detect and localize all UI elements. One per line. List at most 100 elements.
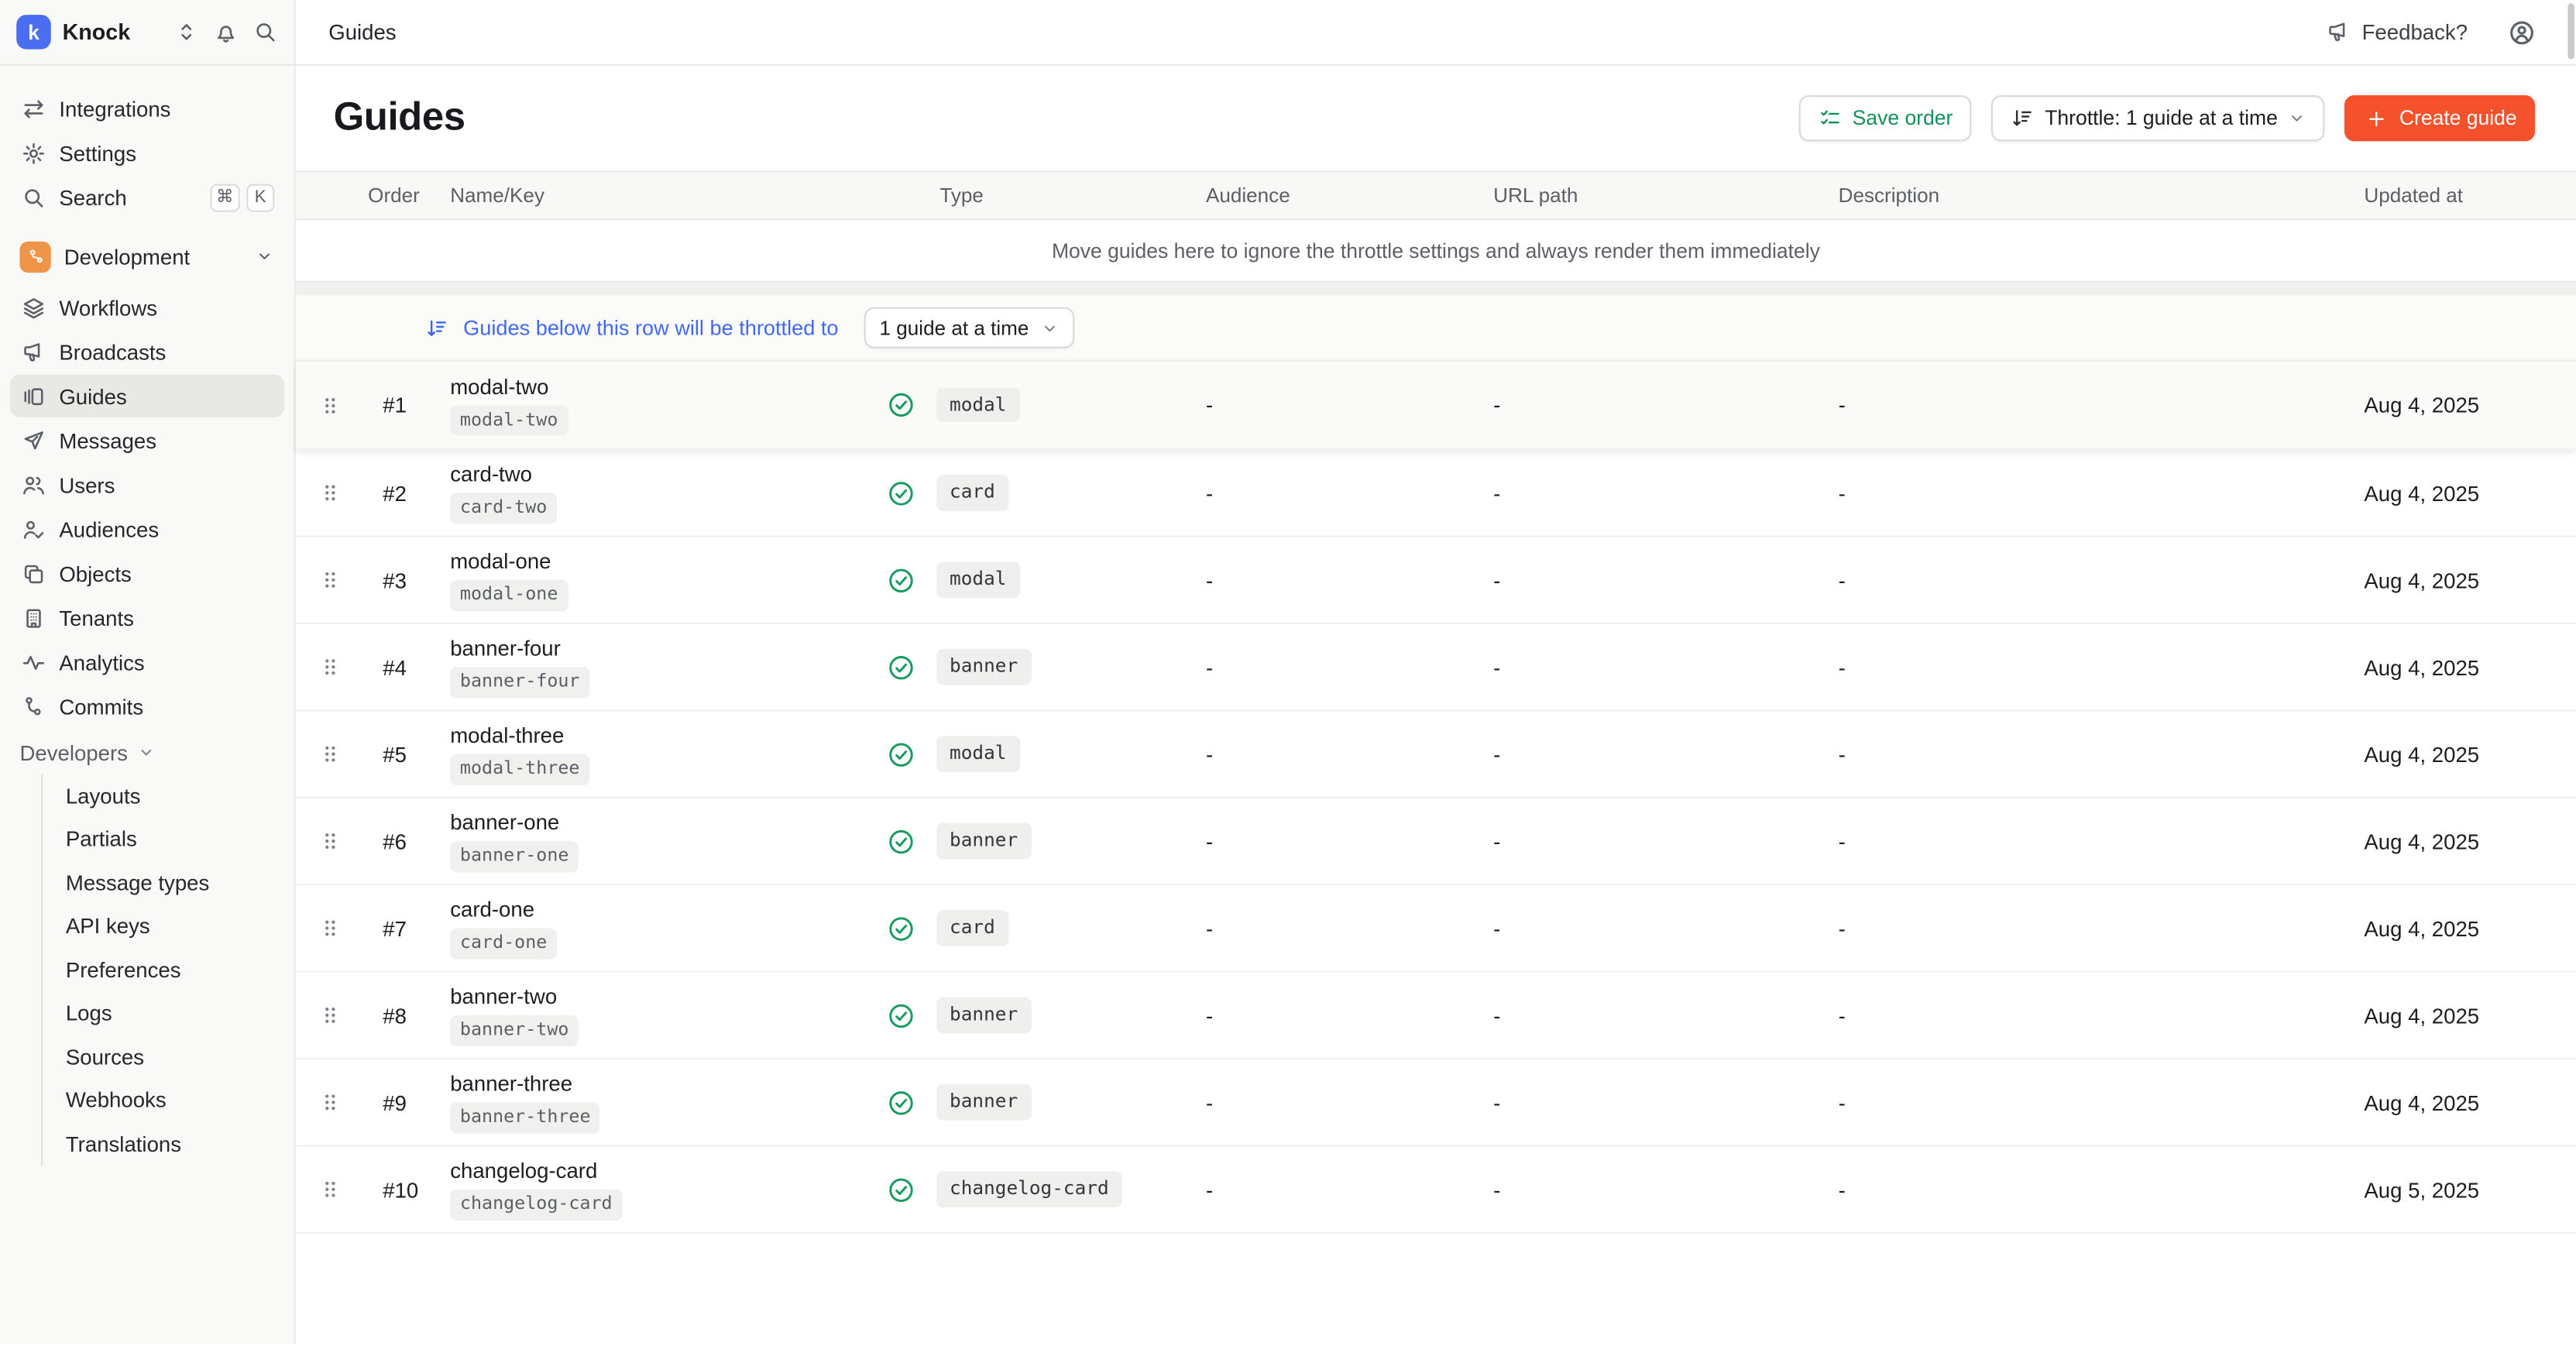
- sidebar-item-broadcasts[interactable]: Broadcasts: [10, 330, 284, 373]
- guide-url-path: -: [1477, 393, 1822, 417]
- guide-updated-at: Aug 4, 2025: [2348, 829, 2576, 853]
- drag-handle-icon[interactable]: [319, 829, 369, 853]
- megaphone-icon: [2326, 19, 2352, 45]
- plus-icon: [2363, 105, 2389, 132]
- sidebar-item-label: Search: [59, 185, 126, 210]
- guide-name[interactable]: card-one: [450, 898, 534, 922]
- chevron-down-icon: [136, 743, 156, 762]
- guide-audience: -: [1190, 654, 1477, 679]
- sidebar-item-commits[interactable]: Commits: [10, 685, 284, 728]
- sidebar-item-partials[interactable]: Partials: [43, 817, 294, 860]
- keyboard-shortcut: ⌘K: [209, 184, 274, 211]
- guide-description: -: [1822, 1177, 2348, 1202]
- sidebar-item-message-types[interactable]: Message types: [43, 861, 294, 905]
- guide-key-badge: card-one: [450, 929, 557, 959]
- sidebar-item-development[interactable]: Development: [10, 235, 284, 277]
- sidebar-item-integrations[interactable]: Integrations: [10, 87, 284, 129]
- guide-name[interactable]: modal-two: [450, 374, 548, 399]
- drag-handle-icon[interactable]: [319, 655, 369, 678]
- feedback-label: Feedback?: [2362, 19, 2468, 44]
- guide-row[interactable]: #10 changelog-card changelog-card change…: [296, 1147, 2576, 1234]
- create-guide-button[interactable]: Create guide: [2345, 95, 2535, 141]
- sidebar-item-translations[interactable]: Translations: [43, 1122, 294, 1166]
- breadcrumb[interactable]: Guides: [328, 19, 396, 44]
- sidebar-item-messages[interactable]: Messages: [10, 419, 284, 462]
- sidebar-item-workflows[interactable]: Workflows: [10, 286, 284, 328]
- column-order: Order: [368, 184, 450, 208]
- sidebar-item-webhooks[interactable]: Webhooks: [43, 1079, 294, 1122]
- feedback-button[interactable]: Feedback?: [2326, 19, 2468, 45]
- guide-name[interactable]: card-two: [450, 462, 532, 487]
- column-description: Description: [1822, 184, 2348, 208]
- drag-handle-icon[interactable]: [319, 393, 369, 417]
- drag-handle-icon[interactable]: [319, 1004, 369, 1027]
- account-menu-icon[interactable]: [2507, 17, 2537, 46]
- guide-name[interactable]: modal-one: [450, 549, 551, 574]
- chevron-down-icon: [255, 246, 274, 266]
- scrollbar-thumb[interactable]: [2567, 3, 2574, 59]
- guide-name[interactable]: banner-one: [450, 810, 559, 835]
- sidebar-item-users[interactable]: Users: [10, 463, 284, 506]
- guide-row[interactable]: #2 card-two card-two card - - - Aug 4, 2…: [296, 450, 2576, 537]
- guide-description: -: [1822, 1090, 2348, 1114]
- guide-name[interactable]: changelog-card: [450, 1159, 597, 1183]
- sidebar-item-guides[interactable]: Guides: [10, 375, 284, 417]
- notifications-bell-icon[interactable]: [214, 19, 239, 44]
- status-check-circle-icon: [878, 479, 923, 506]
- guide-row[interactable]: #3 modal-one modal-one modal - - - Aug 4…: [296, 537, 2576, 624]
- sidebar-item-objects[interactable]: Objects: [10, 552, 284, 595]
- throttle-dropdown-button[interactable]: Throttle: 1 guide at a time: [1990, 95, 2325, 141]
- sidebar-item-sources[interactable]: Sources: [43, 1035, 294, 1078]
- sidebar-item-analytics[interactable]: Analytics: [10, 640, 284, 683]
- sidebar-item-tenants[interactable]: Tenants: [10, 596, 284, 639]
- topbar-main: Guides Feedback?: [296, 0, 2576, 64]
- guide-name[interactable]: banner-two: [450, 984, 557, 1009]
- guide-row[interactable]: #1 modal-two modal-two modal - - - Aug 4…: [296, 362, 2576, 451]
- sidebar-item-search[interactable]: Search ⌘K: [10, 176, 284, 218]
- guide-row[interactable]: #4 banner-four banner-four banner - - - …: [296, 624, 2576, 711]
- guide-row[interactable]: #5 modal-three modal-three modal - - - A…: [296, 711, 2576, 798]
- unthrottled-drop-zone[interactable]: Move guides here to ignore the throttle …: [296, 220, 2576, 283]
- guide-name[interactable]: banner-three: [450, 1072, 572, 1097]
- sidebar-item-api-keys[interactable]: API keys: [43, 905, 294, 948]
- guide-name[interactable]: modal-three: [450, 723, 564, 748]
- guide-row[interactable]: #9 banner-three banner-three banner - - …: [296, 1059, 2576, 1146]
- checklist-icon: [1816, 105, 1843, 132]
- sidebar-item-audiences[interactable]: Audiences: [10, 507, 284, 550]
- chevron-down-icon: [1040, 318, 1060, 337]
- main-content: Guides Save order Throttle: 1 guide at a…: [296, 66, 2576, 1344]
- guide-name[interactable]: banner-four: [450, 637, 561, 661]
- guide-updated-at: Aug 4, 2025: [2348, 654, 2576, 679]
- guide-row[interactable]: #8 banner-two banner-two banner - - - Au…: [296, 973, 2576, 1059]
- sidebar-item-settings[interactable]: Settings: [10, 132, 284, 174]
- guide-key-badge: changelog-card: [450, 1190, 622, 1220]
- drag-handle-icon[interactable]: [319, 568, 369, 592]
- sidebar-item-logs[interactable]: Logs: [43, 991, 294, 1035]
- guide-audience: -: [1190, 1003, 1477, 1028]
- sidebar-item-layouts[interactable]: Layouts: [43, 774, 294, 817]
- guide-type-badge: modal: [936, 562, 1019, 598]
- guide-url-path: -: [1477, 829, 1822, 853]
- drag-handle-icon[interactable]: [319, 1178, 369, 1201]
- guide-updated-at: Aug 4, 2025: [2348, 568, 2576, 592]
- throttle-amount-select[interactable]: 1 guide at a time: [864, 307, 1074, 349]
- status-check-circle-icon: [878, 1088, 923, 1116]
- drag-handle-icon[interactable]: [319, 482, 369, 505]
- guide-key-badge: banner-four: [450, 668, 589, 698]
- save-order-button[interactable]: Save order: [1798, 95, 1971, 141]
- workspace-switcher[interactable]: k Knock: [0, 0, 296, 64]
- sort-descending-icon: [424, 314, 450, 341]
- status-check-circle-icon: [878, 914, 923, 942]
- guide-description: -: [1822, 829, 2348, 853]
- guide-row[interactable]: #6 banner-one banner-one banner - - - Au…: [296, 798, 2576, 885]
- status-check-circle-icon: [878, 566, 923, 594]
- guide-row[interactable]: #7 card-one card-one card - - - Aug 4, 2…: [296, 885, 2576, 972]
- drag-handle-icon[interactable]: [319, 917, 369, 940]
- drag-handle-icon[interactable]: [319, 1090, 369, 1114]
- guide-updated-at: Aug 4, 2025: [2348, 1090, 2576, 1114]
- drag-handle-icon[interactable]: [319, 743, 369, 766]
- workspace-switcher-icon[interactable]: [174, 19, 199, 44]
- search-icon[interactable]: [253, 19, 278, 44]
- sidebar-item-preferences[interactable]: Preferences: [43, 948, 294, 991]
- sidebar-section-developers[interactable]: Developers: [0, 731, 294, 774]
